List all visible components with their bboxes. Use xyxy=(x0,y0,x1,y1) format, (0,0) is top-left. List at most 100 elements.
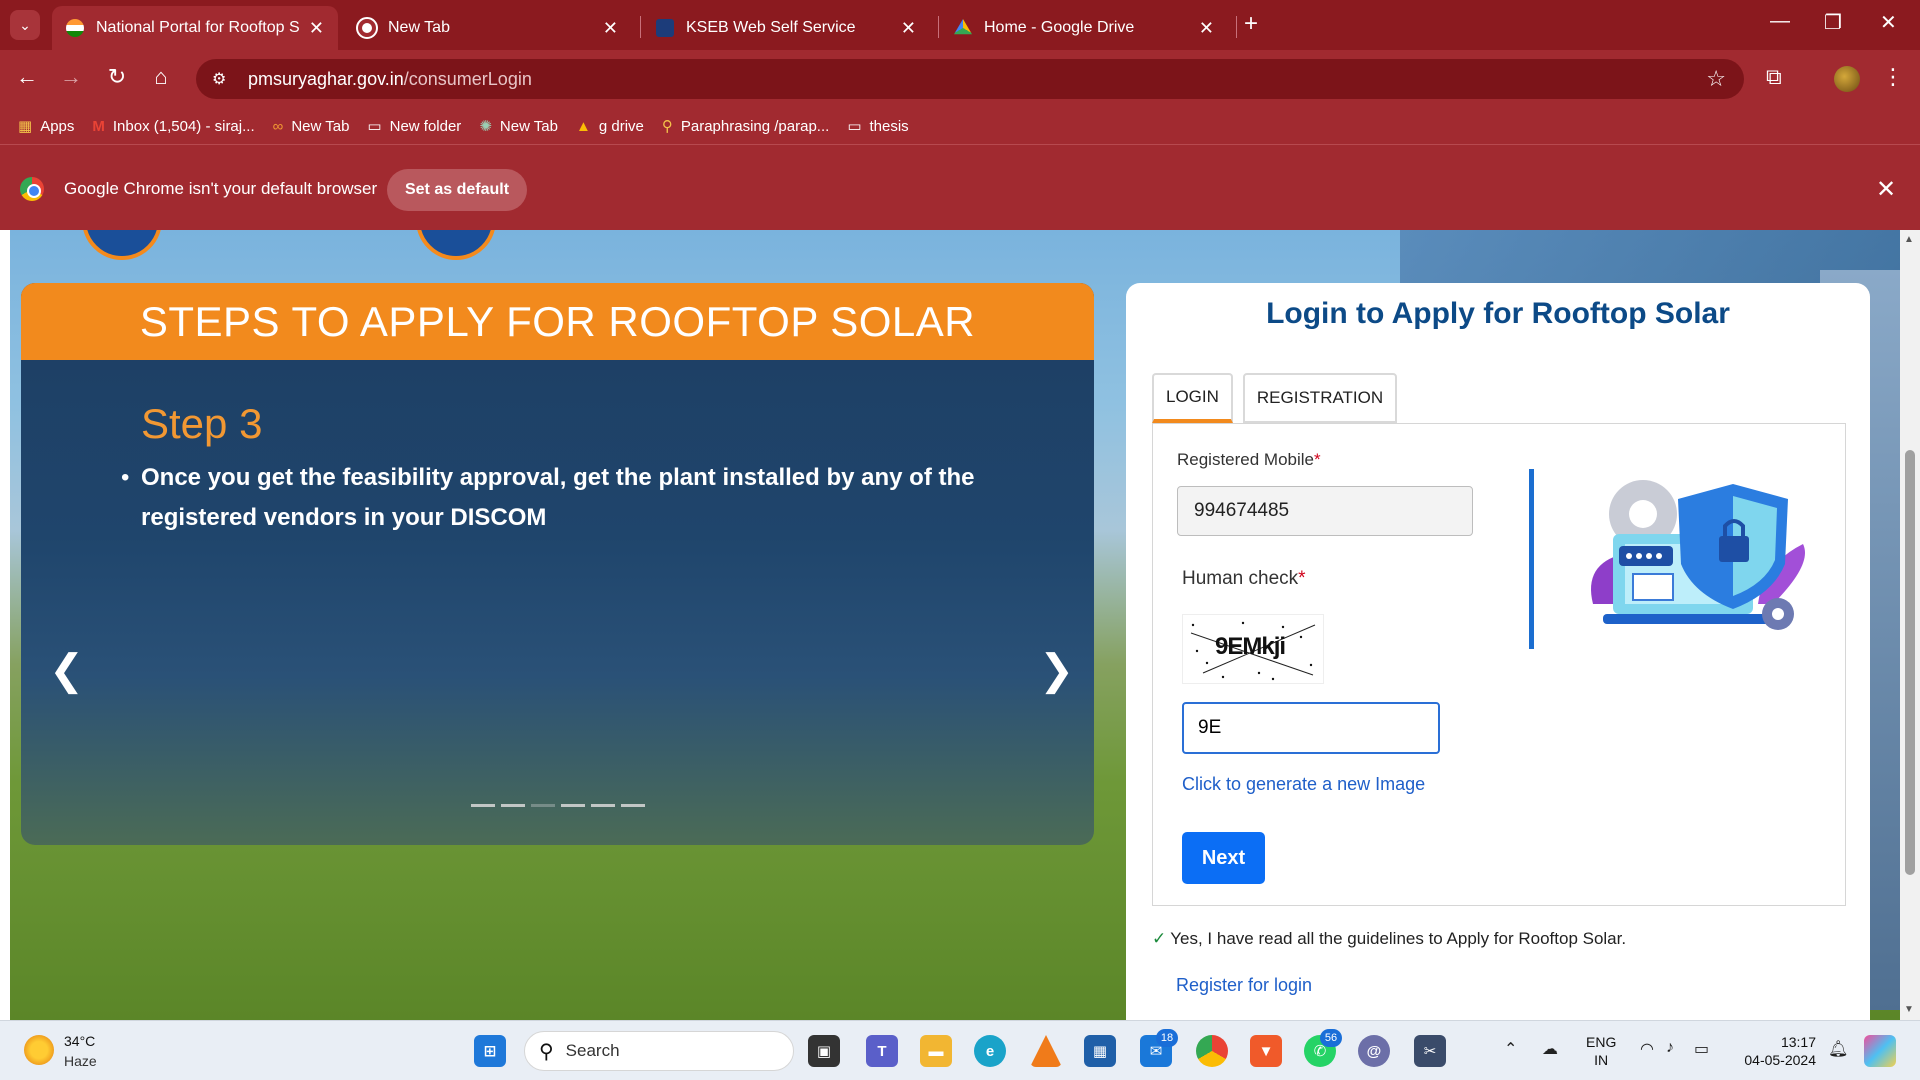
file-explorer-icon[interactable]: ▬ xyxy=(920,1035,952,1067)
close-infobar-icon[interactable]: ✕ xyxy=(1876,175,1896,204)
close-window-icon[interactable]: ✕ xyxy=(1880,10,1897,35)
scroll-up-icon[interactable]: ▲ xyxy=(1904,234,1914,245)
onedrive-cloud-icon[interactable]: ☁ xyxy=(1542,1039,1558,1059)
snipping-tool-icon[interactable]: ✂ xyxy=(1414,1035,1446,1067)
windows-taskbar: 34°C Haze ⊞ ⚲ Search ▣ T ▬ e ▦ ✉ 18 ▼ ✆ … xyxy=(0,1020,1920,1080)
captcha-field[interactable] xyxy=(1182,702,1440,754)
copilot-icon[interactable] xyxy=(1864,1035,1896,1067)
extensions-icon[interactable]: ⧉ xyxy=(1766,64,1782,90)
volume-icon[interactable]: ♪ xyxy=(1666,1039,1674,1057)
windows-start-icon[interactable]: ⊞ xyxy=(474,1035,506,1067)
chrome-icon[interactable] xyxy=(1196,1035,1228,1067)
app-spiral-icon[interactable]: @ xyxy=(1358,1035,1390,1067)
language-code: ENG xyxy=(1586,1034,1617,1050)
bookmark-apps[interactable]: ▦ Apps xyxy=(18,112,74,140)
carousel-indicator[interactable] xyxy=(561,804,585,807)
new-tab-button[interactable]: + xyxy=(1244,10,1258,38)
bookmark-label: thesis xyxy=(869,117,909,135)
search-icon: ⚲ xyxy=(539,1040,554,1063)
forward-icon[interactable]: → xyxy=(56,64,86,90)
carousel-indicator[interactable] xyxy=(501,804,525,807)
chrome-logo-icon xyxy=(20,177,44,201)
whatsapp-badge: 56 xyxy=(1320,1029,1342,1047)
system-clock[interactable]: 13:17 04-05-2024 xyxy=(1736,1033,1816,1069)
tab-kseb[interactable]: KSEB Web Self Service ✕ xyxy=(642,6,930,50)
tab-login[interactable]: LOGIN xyxy=(1152,373,1233,423)
bookmark-new-folder[interactable]: ▭ New folder xyxy=(367,112,461,140)
tab-google-drive[interactable]: Home - Google Drive ✕ xyxy=(940,6,1228,50)
close-tab-icon[interactable]: ✕ xyxy=(309,18,324,39)
guidelines-text: Yes, I have read all the guidelines to A… xyxy=(1170,929,1627,948)
close-tab-icon[interactable]: ✕ xyxy=(1199,18,1214,39)
login-card: Login to Apply for Rooftop Solar LOGIN R… xyxy=(1126,283,1870,1020)
tab-national-portal[interactable]: National Portal for Rooftop Solar ✕ xyxy=(52,6,338,50)
edge-icon[interactable]: e xyxy=(974,1035,1006,1067)
bookmark-inbox[interactable]: M Inbox (1,504) - siraj... xyxy=(92,112,254,140)
steps-carousel: STEPS TO APPLY FOR ROOFTOP SOLAR Step 3 … xyxy=(21,283,1094,845)
bookmark-star-icon[interactable]: ☆ xyxy=(1706,66,1726,92)
tab-registration[interactable]: REGISTRATION xyxy=(1242,373,1398,423)
battery-icon[interactable]: ▭ xyxy=(1694,1039,1709,1059)
microsoft-store-icon[interactable]: ▦ xyxy=(1084,1035,1116,1067)
scroll-down-icon[interactable]: ▼ xyxy=(1904,1004,1914,1015)
carousel-indicator[interactable] xyxy=(471,804,495,807)
taskbar-search[interactable]: ⚲ Search xyxy=(524,1031,794,1071)
tab-separator xyxy=(640,16,641,38)
regenerate-captcha-link[interactable]: Click to generate a new Image xyxy=(1182,774,1425,795)
browser-toolbar: ← → ↻ ⌂ ⚙ pmsuryaghar.gov.in/consumerLog… xyxy=(0,50,1920,108)
weather-condition: Haze xyxy=(64,1053,97,1069)
carousel-indicator[interactable] xyxy=(591,804,615,807)
carousel-next-icon[interactable]: ❯ xyxy=(1039,645,1074,694)
bookmark-new-tab-2[interactable]: ✺ New Tab xyxy=(479,112,558,140)
bookmark-g-drive[interactable]: ▲ g drive xyxy=(576,112,644,140)
tab-search-button[interactable]: ⌄ xyxy=(10,10,40,40)
carousel-indicator[interactable] xyxy=(531,804,555,807)
minimize-icon[interactable]: — xyxy=(1770,10,1790,33)
set-as-default-button[interactable]: Set as default xyxy=(387,169,527,211)
wifi-icon[interactable]: ◠ xyxy=(1640,1039,1654,1059)
close-tab-icon[interactable]: ✕ xyxy=(603,18,618,39)
address-bar[interactable]: ⚙ pmsuryaghar.gov.in/consumerLogin ☆ xyxy=(196,59,1744,99)
input-language[interactable]: ENG IN xyxy=(1586,1033,1616,1069)
restore-icon[interactable]: ❐ xyxy=(1824,10,1842,35)
home-icon[interactable]: ⌂ xyxy=(146,64,176,90)
back-icon[interactable]: ← xyxy=(12,64,42,90)
bookmark-paraphrasing[interactable]: ⚲ Paraphrasing /parap... xyxy=(662,112,829,140)
register-for-login-link[interactable]: Register for login xyxy=(1176,975,1312,996)
drive-icon xyxy=(954,19,972,35)
notifications-bell-icon[interactable]: 🔔︎ xyxy=(1828,1039,1848,1059)
captcha-image: 9EMkji xyxy=(1182,614,1324,684)
mobile-number-field[interactable] xyxy=(1177,486,1473,536)
taskbar-search-label: Search xyxy=(565,1041,620,1060)
tab-title: National Portal for Rooftop Solar xyxy=(96,19,299,36)
task-view-icon[interactable]: ▣ xyxy=(808,1035,840,1067)
folder-icon: ▭ xyxy=(847,118,862,135)
form-divider xyxy=(1529,469,1534,649)
profile-avatar[interactable] xyxy=(1834,66,1860,92)
default-browser-infobar: Google Chrome isn't your default browser… xyxy=(0,144,1920,230)
menu-kebab-icon[interactable]: ⋮ xyxy=(1882,64,1904,90)
teams-icon[interactable]: T xyxy=(866,1035,898,1067)
bookmark-label: New Tab xyxy=(291,117,350,135)
site-info-icon[interactable]: ⚙ xyxy=(212,69,234,89)
tab-new-tab[interactable]: New Tab ✕ xyxy=(344,6,632,50)
carousel-prev-icon[interactable]: ❮ xyxy=(49,645,84,694)
human-check-label: Human check* xyxy=(1182,568,1306,589)
tab-title: New Tab xyxy=(388,19,450,36)
show-hidden-icons[interactable]: ⌃ xyxy=(1504,1039,1517,1059)
weather-haze-icon[interactable] xyxy=(24,1035,54,1065)
chatgpt-icon: ✺ xyxy=(479,118,492,135)
bookmark-new-tab[interactable]: ∞ New Tab xyxy=(273,112,350,140)
scrollbar-thumb[interactable] xyxy=(1905,450,1915,875)
close-tab-icon[interactable]: ✕ xyxy=(901,18,916,39)
carousel-indicator[interactable] xyxy=(621,804,645,807)
bookmark-thesis[interactable]: ▭ thesis xyxy=(847,112,908,140)
brave-icon[interactable]: ▼ xyxy=(1250,1035,1282,1067)
page-left-edge xyxy=(0,230,10,1020)
next-button[interactable]: Next xyxy=(1182,832,1265,884)
page-scrollbar[interactable]: ▲ ▼ xyxy=(1900,230,1920,1020)
reload-icon[interactable]: ↻ xyxy=(102,64,132,90)
vlc-icon[interactable] xyxy=(1030,1035,1062,1067)
chatgpt-icon xyxy=(356,17,378,39)
apps-grid-icon: ▦ xyxy=(18,118,33,135)
